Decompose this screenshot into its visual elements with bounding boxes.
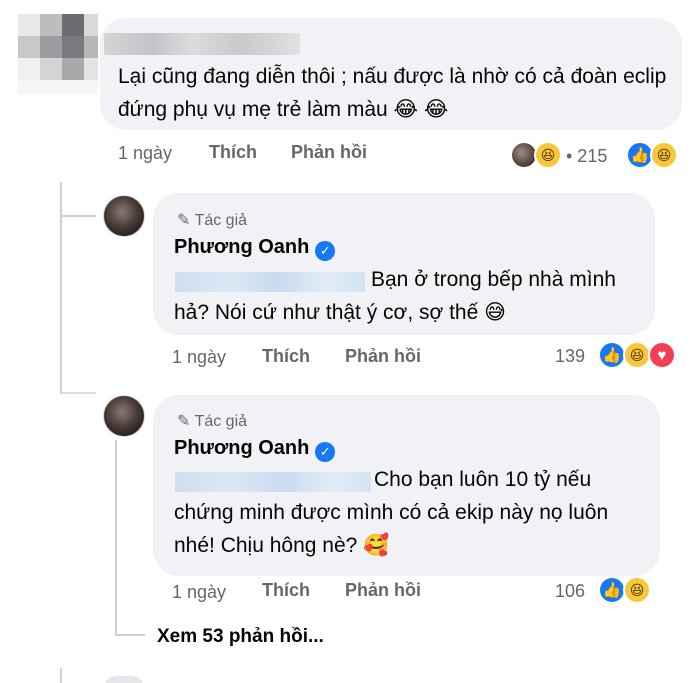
- comment-time[interactable]: 1 ngày: [118, 143, 172, 164]
- author-badge-label: Tác giả: [194, 212, 248, 229]
- reply-time[interactable]: 1 ngày: [172, 582, 226, 603]
- comment-reaction-count[interactable]: • 215: [566, 146, 607, 167]
- thread-line: [115, 440, 117, 636]
- author-name-text[interactable]: Phương Oanh: [174, 236, 309, 258]
- author-name[interactable]: Phương Oanh ✓: [174, 437, 336, 462]
- author-badge: ✎ Tác giả: [177, 210, 247, 230]
- haha-reaction-icon: 😆: [623, 341, 651, 369]
- comment-text: Lại cũng đang diễn thôi ; nấu được là nh…: [118, 65, 667, 121]
- view-more-replies-link[interactable]: Xem 53 phản hồi...: [157, 626, 324, 648]
- thread-line: [60, 182, 62, 394]
- thread-line: [60, 392, 96, 394]
- reply-like-button[interactable]: Thích: [262, 580, 310, 601]
- author-name[interactable]: Phương Oanh ✓: [174, 236, 336, 261]
- haha-reaction-icon: 😆: [650, 141, 678, 169]
- author-badge-label: Tác giả: [194, 413, 248, 430]
- like-reaction-icon: 👍: [598, 341, 626, 369]
- verified-icon: ✓: [315, 442, 336, 462]
- verified-icon: ✓: [315, 241, 336, 261]
- reply-reply-button[interactable]: Phản hồi: [345, 580, 421, 601]
- avatar[interactable]: [18, 14, 98, 94]
- thread-line: [60, 215, 96, 217]
- author-badge: ✎ Tác giả: [177, 411, 247, 431]
- pen-icon: ✎: [177, 212, 191, 229]
- author-avatar[interactable]: [103, 395, 145, 437]
- author-avatar[interactable]: [103, 195, 145, 237]
- reply-reaction-count[interactable]: 106: [555, 581, 585, 602]
- author-name-text[interactable]: Phương Oanh: [174, 437, 309, 459]
- reply-like-button[interactable]: Thích: [262, 346, 310, 367]
- haha-reaction-icon: 😆: [534, 141, 562, 169]
- love-reaction-icon: ♥: [648, 341, 676, 369]
- reply-time[interactable]: 1 ngày: [172, 347, 226, 368]
- thread-line: [60, 668, 62, 683]
- reply-text: Bạn ở trong bếp nhà mình hả? Nói cứ như …: [174, 268, 616, 324]
- pen-icon: ✎: [177, 413, 191, 430]
- like-reaction-icon: 👍: [598, 576, 626, 604]
- reply-reply-button[interactable]: Phản hồi: [345, 346, 421, 367]
- thread-line: [60, 380, 62, 394]
- commenter-name-redacted[interactable]: [104, 33, 300, 55]
- comment-reply-button[interactable]: Phản hồi: [291, 142, 367, 163]
- next-avatar[interactable]: [103, 676, 145, 683]
- thread-line: [115, 634, 145, 636]
- reply-reaction-count[interactable]: 139: [555, 346, 585, 367]
- haha-reaction-icon: 😆: [623, 576, 651, 604]
- reply-text: Cho bạn luôn 10 tỷ nếu chứng minh được m…: [174, 468, 609, 557]
- comment-like-button[interactable]: Thích: [209, 142, 257, 163]
